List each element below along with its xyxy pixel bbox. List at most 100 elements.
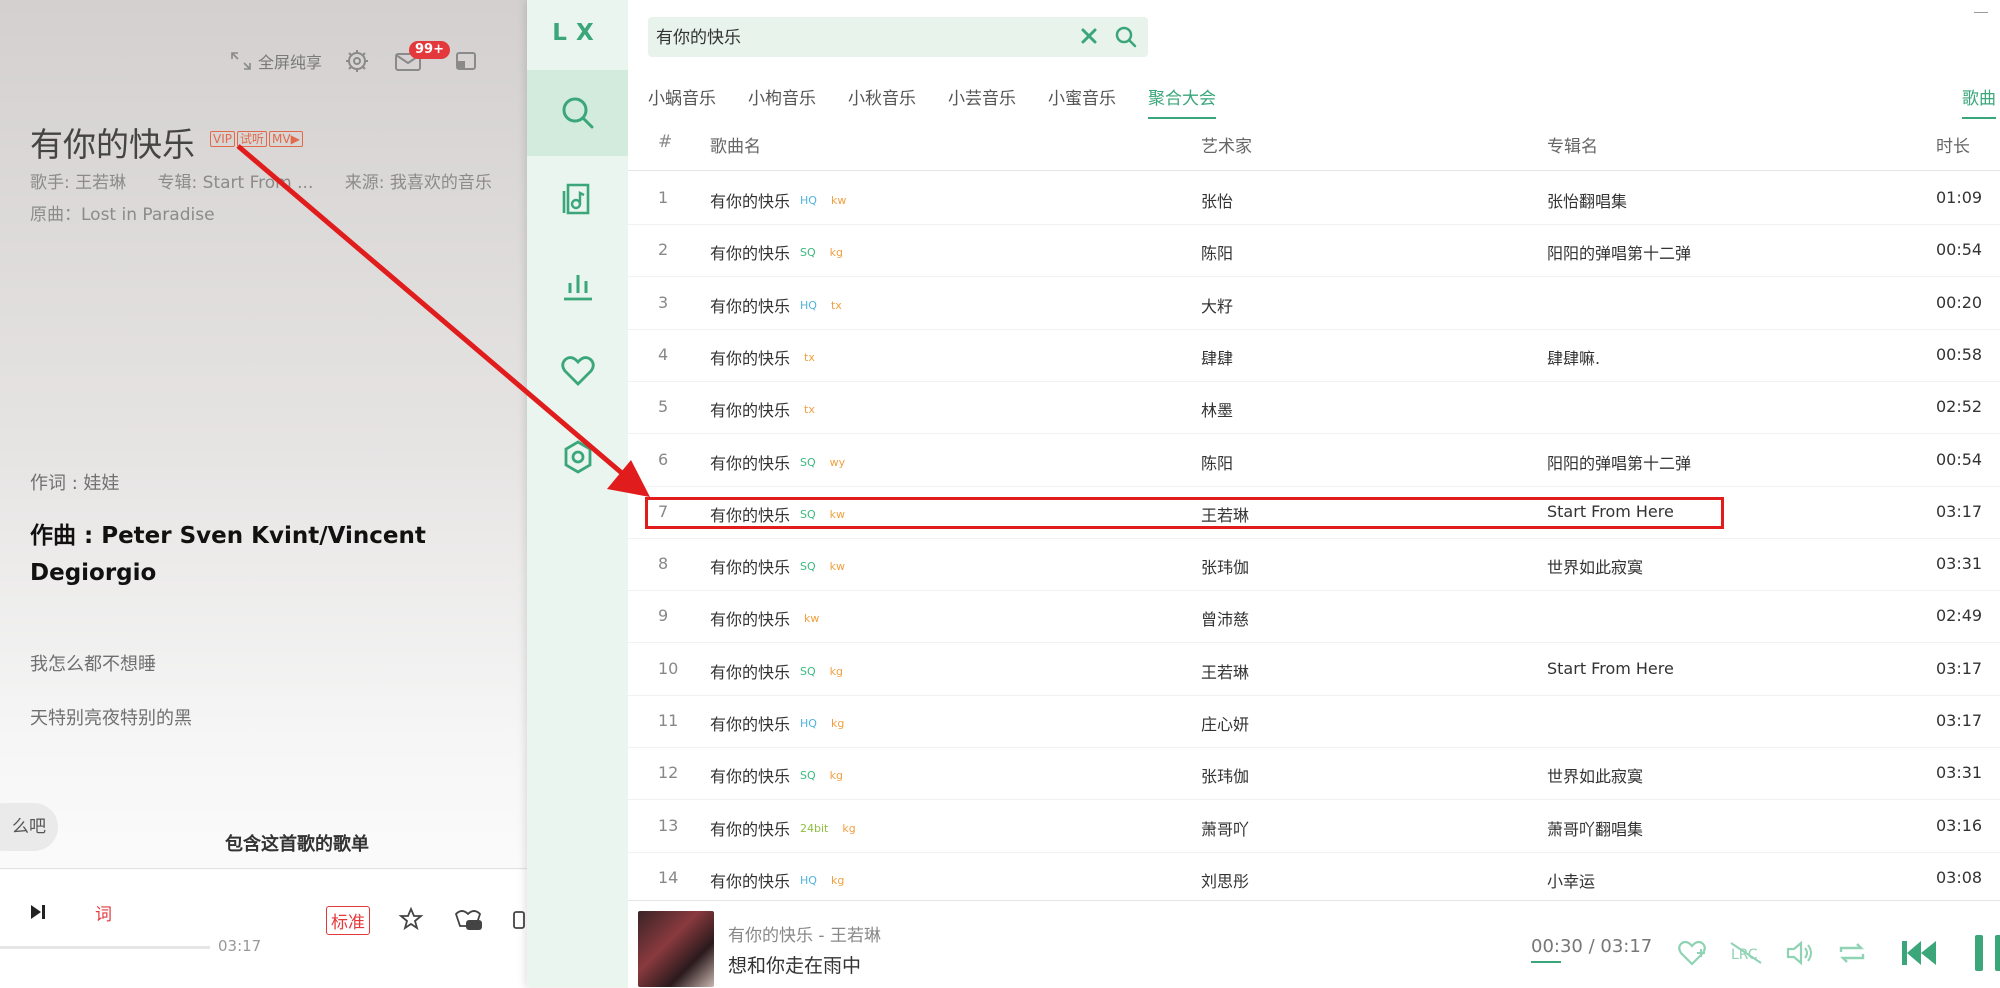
album-cell: 张怡翻唱集 bbox=[1547, 192, 1628, 211]
next-track-icon[interactable] bbox=[28, 902, 48, 922]
song-name-cell: 有你的快乐 SQ kw bbox=[710, 554, 845, 578]
album-cell: 阳阳的弹唱第十二弹 bbox=[1547, 453, 1692, 473]
app-logo: LX bbox=[552, 20, 603, 46]
left-progress-bar[interactable] bbox=[0, 946, 210, 949]
nav-favorites[interactable] bbox=[527, 328, 628, 414]
row-number: 10 bbox=[658, 658, 679, 678]
fullscreen-toggle[interactable]: 全屏纯享 bbox=[230, 49, 322, 73]
pause-icon[interactable] bbox=[1969, 933, 2000, 973]
source-badge: kw bbox=[829, 560, 846, 574]
previous-icon[interactable] bbox=[1899, 937, 1939, 969]
table-row[interactable]: 3 有你的快乐 HQ tx 大籽 00:20 bbox=[628, 277, 2000, 330]
contains-playlists-heading[interactable]: 包含这首歌的歌单 bbox=[225, 830, 369, 856]
duration-cell: 00:20 bbox=[1936, 292, 1983, 312]
left-duration: 03:17 bbox=[218, 937, 262, 955]
repeat-icon[interactable] bbox=[1837, 940, 1867, 966]
tab-source-5[interactable]: 小蜜音乐 bbox=[1048, 84, 1116, 119]
comment-pill[interactable]: 么吧 bbox=[0, 803, 58, 851]
song-tags: VIP 试听 MV▶ bbox=[210, 131, 303, 147]
svg-text:LRC: LRC bbox=[1731, 947, 1758, 963]
row-number: 9 bbox=[658, 606, 669, 626]
table-row[interactable]: 12 有你的快乐 SQ kg 张玮伽 世界如此寂寞 03:31 bbox=[628, 747, 2000, 801]
table-row[interactable]: 14 有你的快乐 HQ kg 刘思彤 小幸运 03:08 bbox=[628, 852, 2000, 905]
artist-cell: 陈阳 bbox=[1201, 453, 1234, 473]
heart-icon[interactable] bbox=[1677, 939, 1707, 967]
row-number: 11 bbox=[658, 711, 679, 730]
song-title: 有你的快乐 bbox=[30, 125, 195, 164]
tab-source-1[interactable]: 小蜗音乐 bbox=[648, 84, 716, 119]
background-player-panel: 全屏纯享 99+ 有你的快乐 VIP 试听 MV▶ 歌手: 王若琳 专辑: St… bbox=[0, 0, 527, 987]
player-toolbar: 全屏纯享 99+ bbox=[230, 41, 478, 74]
album-cell: 阳阳的弹唱第十二弹 bbox=[1547, 244, 1692, 264]
table-row[interactable]: 4 有你的快乐 tx 肆肆 肆肆嘛. 00:58 bbox=[628, 329, 2000, 382]
table-row[interactable]: 8 有你的快乐 SQ kw 张玮伽 世界如此寂寞 03:31 bbox=[628, 538, 2000, 592]
fullscreen-label: 全屏纯享 bbox=[258, 53, 323, 72]
row-number: 3 bbox=[658, 292, 669, 312]
progress-fill[interactable] bbox=[1531, 961, 1561, 963]
playback-time: 00:30 / 03:17 bbox=[1531, 936, 1653, 957]
search-icon[interactable] bbox=[1114, 25, 1138, 49]
quality-button[interactable]: 标准 bbox=[326, 906, 370, 935]
sound-effect-icon[interactable] bbox=[398, 906, 424, 932]
duration-cell: 03:17 bbox=[1936, 658, 1983, 678]
tab-source-3[interactable]: 小秋音乐 bbox=[848, 84, 916, 119]
row-number: 1 bbox=[658, 188, 669, 207]
duration-cell: 00:54 bbox=[1936, 240, 1983, 260]
source-badge: tx bbox=[804, 403, 815, 417]
album-cover[interactable] bbox=[638, 911, 714, 987]
table-row[interactable]: 6 有你的快乐 SQ wy 陈阳 阳阳的弹唱第十二弹 00:54 bbox=[628, 434, 2000, 487]
song-name: 有你的快乐 bbox=[710, 192, 791, 211]
player-bar: 有你的快乐 - 王若琳 想和你走在雨中 00:30 / 03:17 LRC bbox=[628, 900, 2000, 988]
search-icon bbox=[560, 95, 596, 131]
search-input[interactable] bbox=[656, 25, 1056, 45]
quality-badge: HQ bbox=[800, 717, 817, 730]
tab-source-4[interactable]: 小芸音乐 bbox=[948, 84, 1016, 119]
nav-leaderboard[interactable] bbox=[527, 242, 628, 328]
artist-cell: 大籽 bbox=[1201, 296, 1234, 316]
gear-icon[interactable] bbox=[344, 48, 370, 74]
lyric-toggle-icon[interactable]: LRC bbox=[1729, 941, 1763, 965]
song-name-cell: 有你的快乐 SQ kg bbox=[710, 763, 843, 787]
table-row[interactable]: 2 有你的快乐 SQ kg 陈阳 阳阳的弹唱第十二弹 00:54 bbox=[628, 224, 2000, 278]
mv-tag[interactable]: MV▶ bbox=[269, 131, 303, 147]
now-playing-title[interactable]: 有你的快乐 - 王若琳 bbox=[728, 921, 881, 946]
row-number: 12 bbox=[658, 763, 679, 783]
table-row[interactable]: 1 有你的快乐 HQ kw 张怡 张怡翻唱集 01:09 bbox=[628, 172, 2000, 225]
volume-icon[interactable] bbox=[1785, 940, 1815, 966]
quality-badge: 24bit bbox=[800, 821, 829, 835]
table-row[interactable]: 10 有你的快乐 SQ kg 王若琳 Start From Here 03:17 bbox=[628, 643, 2000, 696]
tab-source-2[interactable]: 小枸音乐 bbox=[748, 84, 816, 119]
table-row[interactable]: 5 有你的快乐 tx 林墨 02:52 bbox=[628, 381, 2000, 435]
duration-cell: 00:54 bbox=[1936, 449, 1983, 469]
quality-badge: SQ bbox=[800, 560, 816, 574]
singer-text[interactable]: 歌手: 王若琳 bbox=[30, 173, 126, 193]
album-cell: 世界如此寂寞 bbox=[1547, 767, 1644, 787]
row-number: 14 bbox=[658, 867, 679, 887]
artist-cell: 曾沛慈 bbox=[1201, 610, 1250, 630]
song-name: 有你的快乐 bbox=[710, 767, 791, 787]
table-row[interactable]: 13 有你的快乐 24bit kg 萧哥吖 萧哥吖翻唱集 03:16 bbox=[628, 800, 2000, 853]
tab-songs[interactable]: 歌曲 bbox=[1962, 84, 1996, 119]
col-song-name: 歌曲名 bbox=[710, 137, 761, 157]
mail-icon[interactable]: 99+ bbox=[394, 41, 450, 72]
mini-mode-icon[interactable] bbox=[454, 50, 478, 72]
table-row[interactable]: 9 有你的快乐 kw 曾沛慈 02:49 bbox=[628, 590, 2000, 644]
song-name: 有你的快乐 bbox=[710, 610, 791, 630]
more-icon[interactable] bbox=[512, 910, 526, 930]
duration-cell: 03:31 bbox=[1936, 554, 1983, 574]
nav-settings[interactable] bbox=[527, 414, 628, 500]
nav-search[interactable] bbox=[527, 70, 628, 156]
nav-songlist[interactable] bbox=[527, 156, 628, 242]
current-lyric-line: 作曲 : Peter Sven Kvint/Vincent Degiorgio bbox=[30, 523, 426, 586]
source-badge: kg bbox=[842, 821, 856, 835]
duration-cell: 01:09 bbox=[1936, 188, 1983, 207]
album-text[interactable]: 专辑: Start From ... bbox=[158, 173, 314, 193]
minimize-button[interactable] bbox=[1974, 12, 1988, 13]
lyric-toggle-icon[interactable]: 词 bbox=[95, 900, 112, 925]
tab-aggregate[interactable]: 聚合大会 bbox=[1148, 84, 1216, 119]
dolby-on-icon[interactable] bbox=[452, 906, 484, 932]
row-number: 8 bbox=[658, 554, 669, 574]
table-row[interactable]: 11 有你的快乐 HQ kg 庄心妍 03:17 bbox=[628, 695, 2000, 748]
lyric-line: 我怎么都不想睡 bbox=[30, 654, 156, 675]
clear-icon[interactable] bbox=[1080, 27, 1098, 45]
